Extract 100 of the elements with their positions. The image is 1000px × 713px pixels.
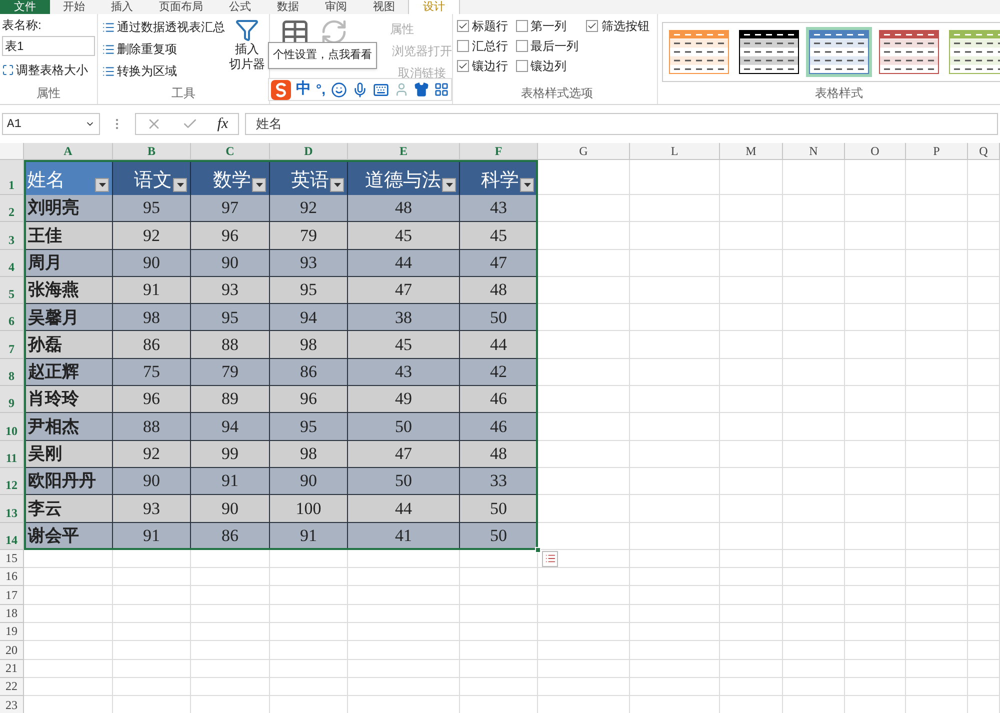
empty-cell[interactable] <box>348 641 460 660</box>
row-header[interactable]: 13 <box>0 495 24 523</box>
empty-cell[interactable] <box>630 550 720 568</box>
empty-cell[interactable] <box>845 522 906 550</box>
empty-cell[interactable] <box>845 160 906 195</box>
empty-cell[interactable] <box>538 660 630 678</box>
empty-cell[interactable] <box>720 250 783 277</box>
checkbox[interactable] <box>516 20 528 32</box>
empty-cell[interactable] <box>968 160 1000 195</box>
empty-cell[interactable] <box>720 331 783 359</box>
empty-cell[interactable] <box>845 604 906 624</box>
empty-cell[interactable] <box>968 604 1000 624</box>
empty-cell[interactable] <box>906 276 968 304</box>
empty-cell[interactable] <box>783 331 845 359</box>
column-header[interactable]: E <box>348 143 460 159</box>
table-header-cell[interactable]: 姓名 <box>24 160 113 195</box>
empty-cell[interactable] <box>968 250 1000 277</box>
ribbon-tab[interactable]: 数据 <box>264 0 312 14</box>
empty-cell[interactable] <box>906 250 968 277</box>
empty-cell[interactable] <box>538 586 630 605</box>
table-style-swatch[interactable] <box>666 27 732 77</box>
empty-cell[interactable] <box>783 358 845 386</box>
empty-cell[interactable] <box>968 568 1000 586</box>
row-header[interactable]: 16 <box>0 568 24 586</box>
empty-cell[interactable] <box>783 195 845 222</box>
input-mode-text[interactable]: 中 <box>296 78 311 101</box>
table-header-cell[interactable]: 语文 <box>113 160 191 195</box>
empty-cell[interactable] <box>270 604 348 624</box>
empty-cell[interactable] <box>348 586 460 605</box>
table-style-swatch[interactable] <box>736 27 802 77</box>
empty-cell[interactable] <box>348 623 460 642</box>
empty-cell[interactable] <box>845 440 906 468</box>
column-header[interactable]: M <box>720 143 783 159</box>
empty-cell[interactable] <box>968 331 1000 359</box>
empty-cell[interactable] <box>906 222 968 250</box>
row-header[interactable]: 6 <box>0 304 24 332</box>
row-header[interactable]: 18 <box>0 604 24 624</box>
empty-cell[interactable] <box>783 468 845 496</box>
empty-cell[interactable] <box>783 586 845 605</box>
empty-cell[interactable] <box>720 468 783 496</box>
empty-cell[interactable] <box>720 641 783 660</box>
empty-cell[interactable] <box>720 550 783 568</box>
empty-cell[interactable] <box>906 386 968 414</box>
user-icon[interactable] <box>394 82 408 97</box>
empty-cell[interactable] <box>783 222 845 250</box>
empty-cell[interactable] <box>630 160 720 195</box>
tool-button[interactable]: 通过数据透视表汇总 <box>102 18 225 36</box>
empty-cell[interactable] <box>270 568 348 586</box>
shirt-icon[interactable] <box>414 82 428 97</box>
checkbox[interactable] <box>516 40 528 52</box>
grid-icon[interactable] <box>434 82 448 97</box>
empty-cell[interactable] <box>113 678 191 696</box>
empty-cell[interactable] <box>906 550 968 568</box>
insert-slicer-button[interactable]: 插入 切片器 <box>229 18 265 80</box>
empty-cell[interactable] <box>845 222 906 250</box>
empty-cell[interactable] <box>460 678 538 696</box>
empty-cell[interactable] <box>720 604 783 624</box>
empty-cell[interactable] <box>270 660 348 678</box>
empty-cell[interactable] <box>538 550 630 568</box>
checkbox[interactable] <box>586 20 598 32</box>
empty-cell[interactable] <box>968 195 1000 222</box>
table-style-swatch[interactable] <box>946 27 1000 77</box>
empty-cell[interactable] <box>720 413 783 441</box>
dropdown-button[interactable] <box>330 178 344 192</box>
empty-cell[interactable] <box>968 660 1000 678</box>
empty-cell[interactable] <box>270 550 348 568</box>
empty-cell[interactable] <box>720 304 783 332</box>
empty-cell[interactable] <box>720 440 783 468</box>
empty-cell[interactable] <box>968 623 1000 642</box>
empty-cell[interactable] <box>845 386 906 414</box>
empty-cell[interactable] <box>630 222 720 250</box>
empty-cell[interactable] <box>845 195 906 222</box>
column-header[interactable]: L <box>630 143 720 159</box>
table-style-swatch[interactable] <box>876 27 942 77</box>
row-header[interactable]: 2 <box>0 195 24 222</box>
empty-cell[interactable] <box>783 276 845 304</box>
empty-cell[interactable] <box>783 304 845 332</box>
empty-cell[interactable] <box>630 586 720 605</box>
dropdown-button[interactable] <box>173 178 187 192</box>
row-header[interactable]: 11 <box>0 440 24 468</box>
empty-cell[interactable] <box>968 641 1000 660</box>
empty-cell[interactable] <box>113 660 191 678</box>
empty-cell[interactable] <box>906 413 968 441</box>
ribbon-tab[interactable]: 开始 <box>50 0 98 14</box>
ribbon-tab[interactable]: 页面布局 <box>146 0 216 14</box>
column-header[interactable]: A <box>24 143 113 159</box>
dropdown-button[interactable] <box>520 178 534 192</box>
empty-cell[interactable] <box>460 568 538 586</box>
empty-cell[interactable] <box>968 304 1000 332</box>
row-header[interactable]: 3 <box>0 222 24 250</box>
empty-cell[interactable] <box>906 604 968 624</box>
empty-cell[interactable] <box>113 641 191 660</box>
empty-cell[interactable] <box>845 304 906 332</box>
ribbon-tab[interactable]: 文件 <box>0 0 50 14</box>
row-header[interactable]: 7 <box>0 331 24 359</box>
dropdown-button[interactable] <box>95 178 109 192</box>
punctuation-toggle[interactable]: °, <box>316 79 326 100</box>
style-option-checkbox[interactable]: 汇总行 <box>457 37 516 55</box>
style-option-checkbox[interactable]: 标题行 <box>457 17 516 35</box>
empty-cell[interactable] <box>968 222 1000 250</box>
